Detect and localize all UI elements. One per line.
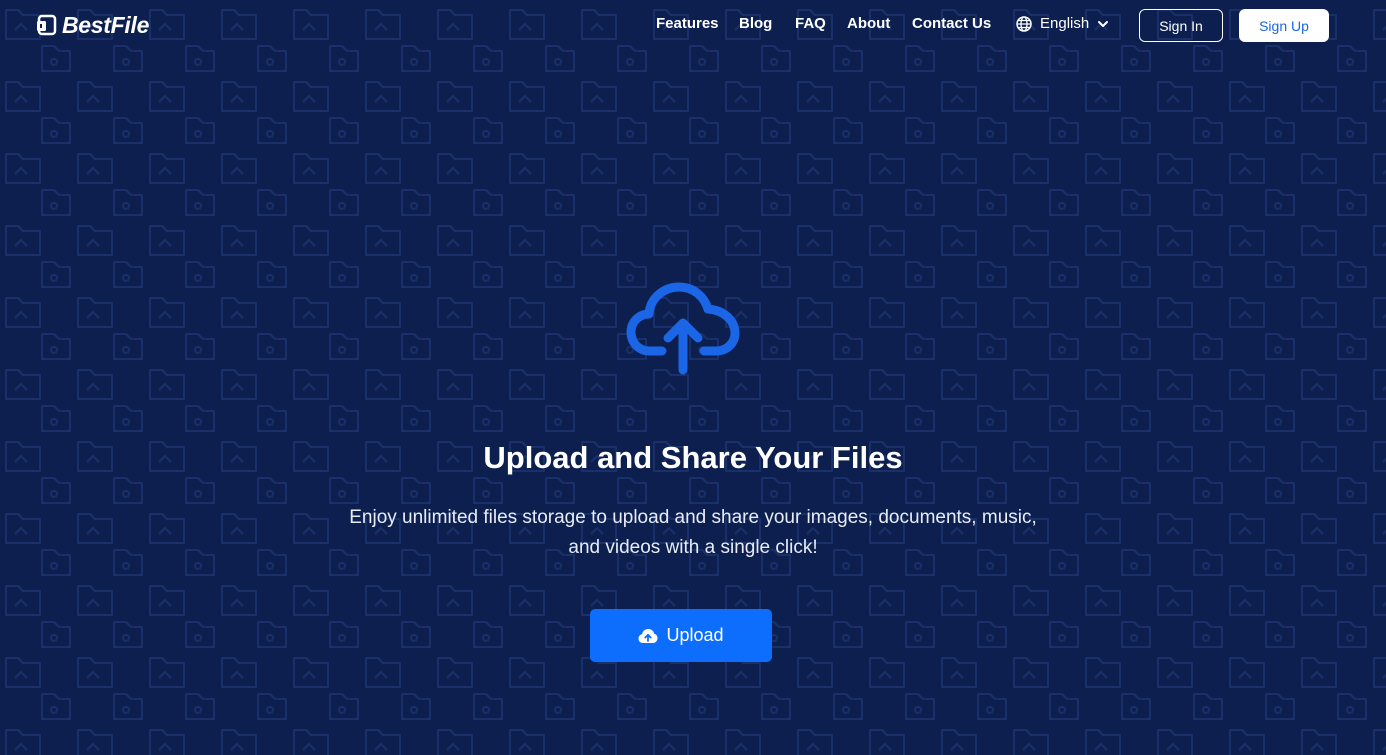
language-label: English: [1040, 15, 1090, 32]
sign-up-label: Sign Up: [1259, 17, 1309, 34]
sign-up-button[interactable]: Sign Up: [1239, 9, 1329, 42]
hero-title: Upload and Share Your Files: [483, 440, 903, 475]
brand-name: BestFile: [62, 11, 150, 38]
cloud-upload-icon: [626, 282, 740, 375]
hero-section: Upload and Share Your Files Enjoy unlimi…: [0, 0, 1386, 755]
cloud-upload-icon: [638, 628, 658, 643]
sign-in-label: Sign In: [1159, 17, 1203, 34]
hero-subtitle: Enjoy unlimited files storage to upload …: [349, 507, 1037, 558]
nav-link-faq[interactable]: FAQ: [795, 15, 826, 32]
landing-page: BestFile Features Blog FAQ About Contact…: [0, 0, 1386, 755]
upload-button[interactable]: Upload: [590, 609, 772, 662]
nav-link-features[interactable]: Features: [656, 15, 719, 32]
nav-link-blog[interactable]: Blog: [739, 15, 772, 32]
upload-label: Upload: [666, 625, 724, 645]
nav-link-contact-us[interactable]: Contact Us: [912, 15, 991, 32]
brand-logo[interactable]: BestFile: [36, 12, 149, 38]
chevron-down-icon: [1098, 20, 1109, 27]
site-header: BestFile Features Blog FAQ About Contact…: [0, 0, 1386, 50]
globe-icon: [1016, 15, 1032, 32]
nav-link-about[interactable]: About: [847, 15, 890, 32]
file-logo-icon: [37, 14, 57, 36]
sign-in-button[interactable]: Sign In: [1139, 9, 1223, 42]
language-selector[interactable]: English: [1016, 15, 1109, 32]
